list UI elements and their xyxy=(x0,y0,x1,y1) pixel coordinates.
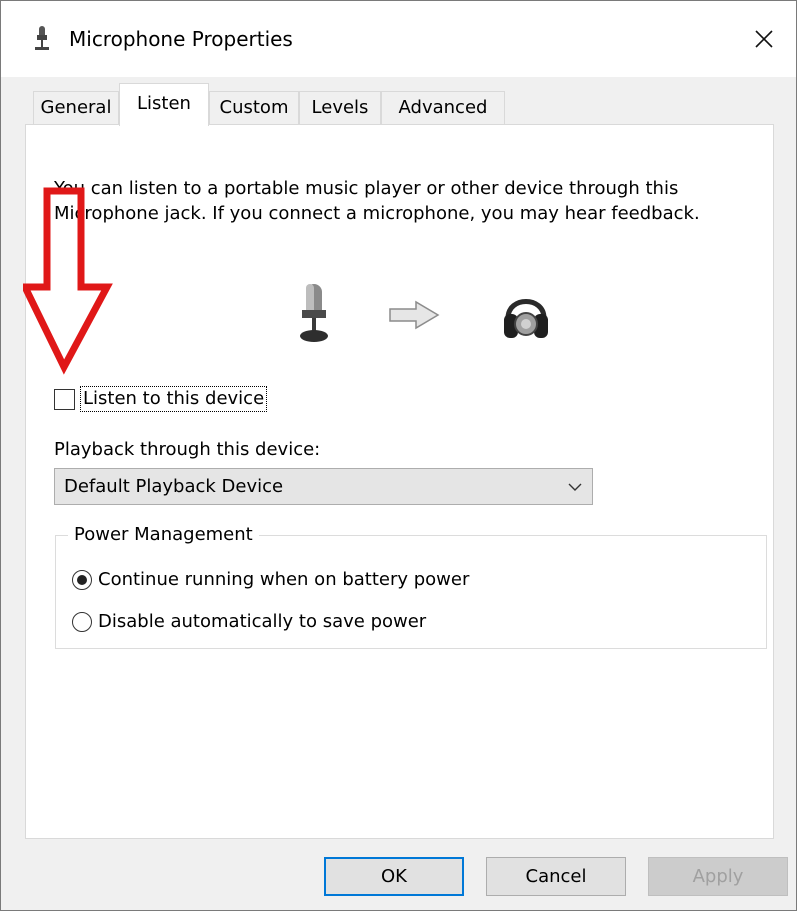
cancel-button[interactable]: Cancel xyxy=(486,857,626,896)
tab-custom[interactable]: Custom xyxy=(209,91,299,125)
close-icon xyxy=(755,30,773,48)
tab-levels[interactable]: Levels xyxy=(299,91,381,125)
close-button[interactable] xyxy=(732,1,796,77)
title-bar: Microphone Properties xyxy=(1,1,796,77)
headphones-icon xyxy=(504,299,548,338)
ok-button[interactable]: OK xyxy=(324,857,464,896)
listen-panel: You can listen to a portable music playe… xyxy=(25,124,774,839)
microphone-properties-dialog: Microphone Properties General Listen Cus… xyxy=(0,0,797,911)
window-title: Microphone Properties xyxy=(69,27,293,51)
disable-automatically-label[interactable]: Disable automatically to save power xyxy=(98,610,426,634)
listen-to-device-row: Listen to this device xyxy=(54,385,268,413)
chevron-down-icon xyxy=(568,483,582,491)
continue-running-label[interactable]: Continue running when on battery power xyxy=(98,568,469,592)
microphone-icon xyxy=(35,26,49,50)
radio-row-continue-running[interactable]: Continue running when on battery power xyxy=(72,566,469,594)
playback-device-value: Default Playback Device xyxy=(64,476,284,497)
radio-row-disable-automatically[interactable]: Disable automatically to save power xyxy=(72,608,426,636)
power-management-title: Power Management xyxy=(68,522,259,548)
playback-device-select[interactable]: Default Playback Device xyxy=(54,468,593,505)
tab-general[interactable]: General xyxy=(33,91,119,125)
listen-to-device-checkbox[interactable] xyxy=(54,388,75,410)
microphone-icon xyxy=(300,284,328,342)
tab-advanced[interactable]: Advanced xyxy=(381,91,505,125)
tab-listen[interactable]: Listen xyxy=(119,83,209,126)
listen-to-device-label[interactable]: Listen to this device xyxy=(80,386,268,412)
continue-running-radio[interactable] xyxy=(72,570,92,590)
power-management-group: Power Management Continue running when o… xyxy=(55,522,767,649)
right-arrow-icon xyxy=(389,300,440,330)
apply-button[interactable]: Apply xyxy=(648,857,788,896)
device-diagram xyxy=(294,280,594,350)
playback-label: Playback through this device: xyxy=(54,439,321,460)
listen-description: You can listen to a portable music playe… xyxy=(54,178,700,224)
disable-automatically-radio[interactable] xyxy=(72,612,92,632)
